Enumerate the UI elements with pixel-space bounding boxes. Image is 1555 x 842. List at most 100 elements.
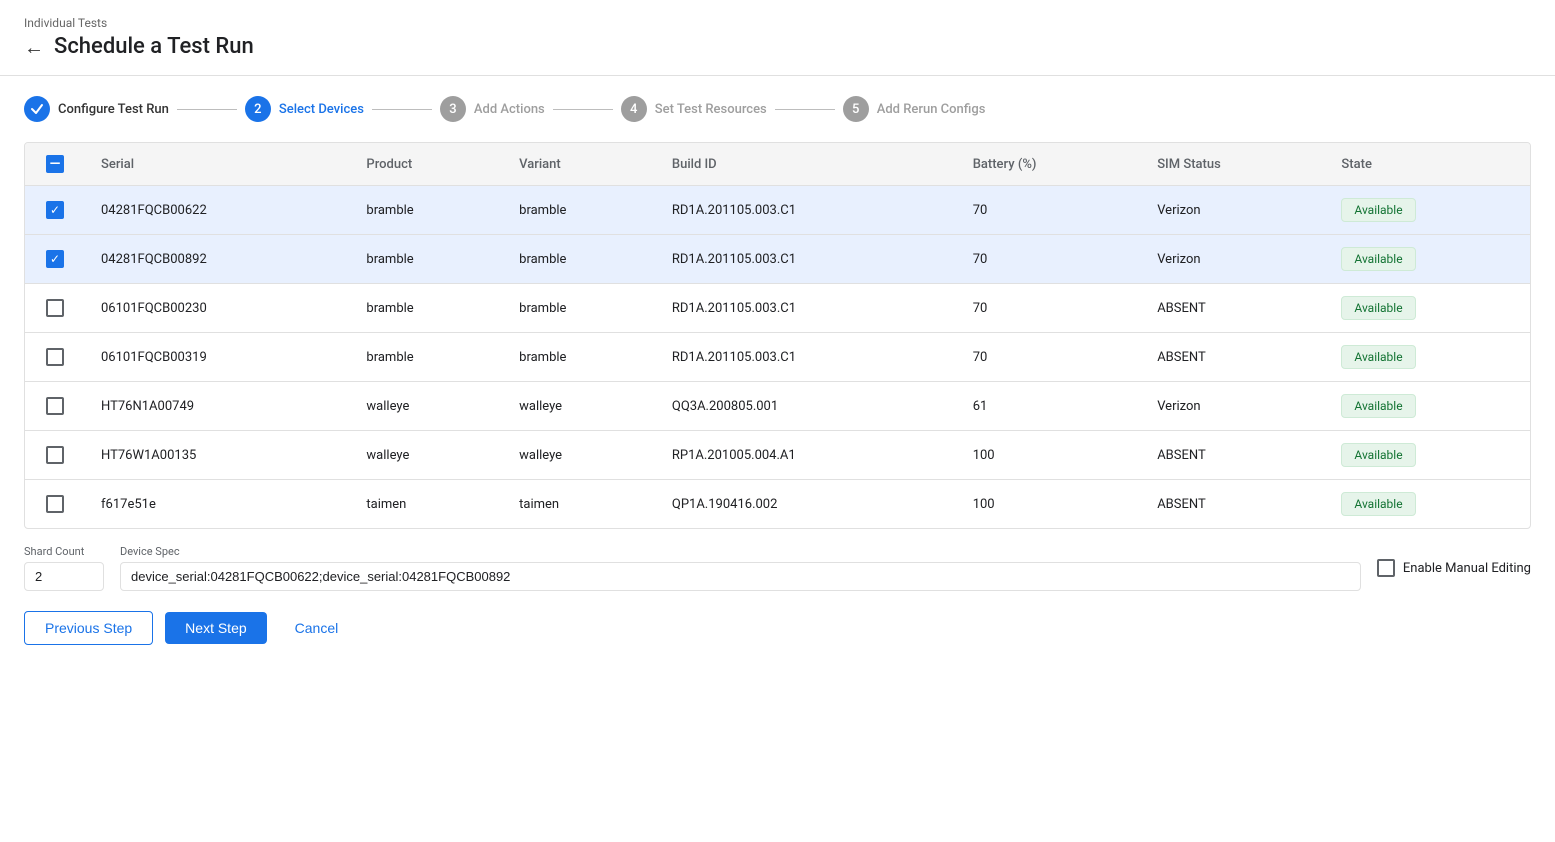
row-variant-5: walleye [503, 382, 656, 431]
step-circle-4: 4 [621, 96, 647, 122]
stepper-step-3: 3Add Actions [440, 96, 545, 122]
shard-count-group: Shard Count [24, 545, 104, 591]
row-sim-status-6: ABSENT [1141, 431, 1325, 480]
check-icon: ✓ [50, 253, 60, 265]
row-build-id-3: RD1A.201105.003.C1 [656, 284, 957, 333]
step-connector-4 [775, 109, 835, 110]
table-row[interactable]: HT76N1A00749walleyewalleyeQQ3A.200805.00… [25, 382, 1530, 431]
row-variant-3: bramble [503, 284, 656, 333]
state-badge-7: Available [1341, 492, 1415, 516]
step-label-5: Add Rerun Configs [877, 102, 986, 117]
row-checkbox-5[interactable] [46, 397, 64, 415]
row-build-id-7: QP1A.190416.002 [656, 480, 957, 529]
row-state-3: Available [1325, 284, 1530, 333]
table-row[interactable]: ✓04281FQCB00892bramblebrambleRD1A.201105… [25, 235, 1530, 284]
row-battery-4: 70 [957, 333, 1142, 382]
row-state-5: Available [1325, 382, 1530, 431]
row-checkbox-6[interactable] [46, 446, 64, 464]
step-label-4: Set Test Resources [655, 102, 767, 117]
devices-table-container: — Serial Product Variant Build ID Batter… [24, 142, 1531, 529]
row-state-2: Available [1325, 235, 1530, 284]
product-header: Product [350, 143, 503, 186]
main-content: — Serial Product Variant Build ID Batter… [0, 142, 1555, 529]
enable-manual-editing-wrapper: Enable Manual Editing [1377, 559, 1531, 577]
stepper-step-4: 4 Set Test Resources [621, 96, 767, 122]
state-badge-6: Available [1341, 443, 1415, 467]
row-sim-status-2: Verizon [1141, 235, 1325, 284]
row-battery-2: 70 [957, 235, 1142, 284]
row-battery-5: 61 [957, 382, 1142, 431]
table-row[interactable]: 06101FQCB00230bramblebrambleRD1A.201105.… [25, 284, 1530, 333]
row-build-id-2: RD1A.201105.003.C1 [656, 235, 957, 284]
device-spec-input[interactable] [120, 562, 1361, 591]
indeterminate-icon: — [50, 157, 61, 171]
table-row[interactable]: f617e51etaimentaimenQP1A.190416.002100AB… [25, 480, 1530, 529]
page-header: Individual Tests ← Schedule a Test Run [0, 0, 1555, 59]
row-variant-4: bramble [503, 333, 656, 382]
bottom-section: Shard Count Device Spec Enable Manual Ed… [0, 529, 1555, 661]
row-sim-status-1: Verizon [1141, 186, 1325, 235]
row-serial-4: 06101FQCB00319 [85, 333, 350, 382]
row-product-2: bramble [350, 235, 503, 284]
row-variant-2: bramble [503, 235, 656, 284]
row-build-id-5: QQ3A.200805.001 [656, 382, 957, 431]
back-button[interactable]: ← [24, 37, 44, 57]
state-badge-2: Available [1341, 247, 1415, 271]
next-step-button[interactable]: Next Step [165, 612, 266, 644]
row-battery-3: 70 [957, 284, 1142, 333]
row-sim-status-5: Verizon [1141, 382, 1325, 431]
row-checkbox-cell-7[interactable] [25, 480, 85, 529]
row-state-6: Available [1325, 431, 1530, 480]
select-all-header[interactable]: — [25, 143, 85, 186]
row-serial-5: HT76N1A00749 [85, 382, 350, 431]
device-spec-group: Device Spec [120, 545, 1361, 591]
row-sim-status-3: ABSENT [1141, 284, 1325, 333]
step-circle-1[interactable] [24, 96, 50, 122]
row-checkbox-cell-4[interactable] [25, 333, 85, 382]
row-checkbox-7[interactable] [46, 495, 64, 513]
step-label-3: Add Actions [474, 102, 545, 117]
row-product-3: bramble [350, 284, 503, 333]
step-circle-5: 5 [843, 96, 869, 122]
action-buttons: Previous Step Next Step Cancel [24, 611, 1531, 645]
step-label-1: Configure Test Run [58, 102, 169, 117]
row-checkbox-2[interactable]: ✓ [46, 250, 64, 268]
state-badge-5: Available [1341, 394, 1415, 418]
table-row[interactable]: ✓04281FQCB00622bramblebrambleRD1A.201105… [25, 186, 1530, 235]
step-connector-1 [177, 109, 237, 110]
row-checkbox-cell-2[interactable]: ✓ [25, 235, 85, 284]
enable-manual-editing-checkbox[interactable] [1377, 559, 1395, 577]
row-battery-6: 100 [957, 431, 1142, 480]
table-row[interactable]: HT76W1A00135walleyewalleyeRP1A.201005.00… [25, 431, 1530, 480]
previous-step-button[interactable]: Previous Step [24, 611, 153, 645]
row-serial-2: 04281FQCB00892 [85, 235, 350, 284]
row-build-id-4: RD1A.201105.003.C1 [656, 333, 957, 382]
state-header: State [1325, 143, 1530, 186]
row-serial-3: 06101FQCB00230 [85, 284, 350, 333]
row-serial-1: 04281FQCB00622 [85, 186, 350, 235]
row-variant-1: bramble [503, 186, 656, 235]
row-checkbox-cell-6[interactable] [25, 431, 85, 480]
row-sim-status-4: ABSENT [1141, 333, 1325, 382]
table-row[interactable]: 06101FQCB00319bramblebrambleRD1A.201105.… [25, 333, 1530, 382]
row-battery-1: 70 [957, 186, 1142, 235]
state-badge-3: Available [1341, 296, 1415, 320]
shard-count-input[interactable] [24, 562, 104, 591]
serial-header: Serial [85, 143, 350, 186]
shard-count-label: Shard Count [24, 545, 104, 558]
build-id-header: Build ID [656, 143, 957, 186]
row-product-4: bramble [350, 333, 503, 382]
step-circle-2[interactable]: 2 [245, 96, 271, 122]
select-all-checkbox[interactable]: — [46, 155, 64, 173]
row-checkbox-cell-5[interactable] [25, 382, 85, 431]
step-connector-3 [553, 109, 613, 110]
row-checkbox-4[interactable] [46, 348, 64, 366]
row-state-7: Available [1325, 480, 1530, 529]
cancel-button[interactable]: Cancel [279, 612, 355, 644]
row-checkbox-3[interactable] [46, 299, 64, 317]
check-icon: ✓ [50, 204, 60, 216]
row-checkbox-1[interactable]: ✓ [46, 201, 64, 219]
table-header-row: — Serial Product Variant Build ID Batter… [25, 143, 1530, 186]
row-checkbox-cell-3[interactable] [25, 284, 85, 333]
row-checkbox-cell-1[interactable]: ✓ [25, 186, 85, 235]
